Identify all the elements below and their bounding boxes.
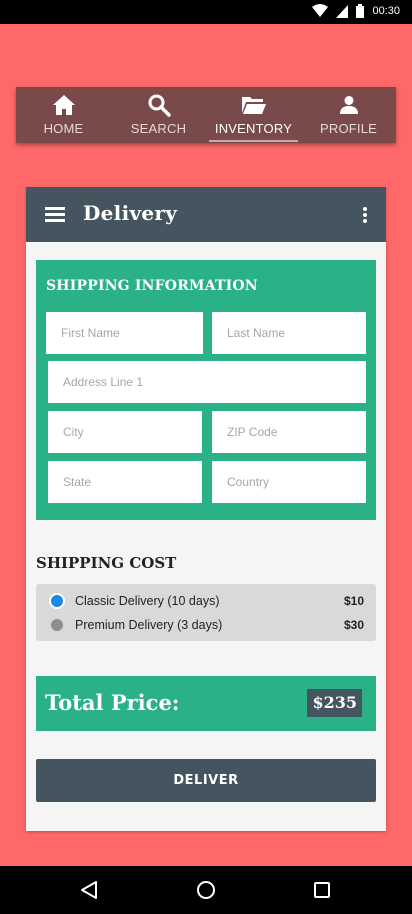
wifi-icon [312, 4, 329, 17]
nav-item-label: SEARCH [130, 121, 187, 136]
card-title: Delivery [83, 201, 178, 225]
last-name-field[interactable] [212, 312, 366, 354]
system-navigation-bar [0, 866, 412, 914]
home-button[interactable] [194, 878, 218, 902]
home-icon [52, 95, 75, 115]
person-icon [339, 96, 358, 114]
nav-item-profile[interactable]: PROFILE [301, 87, 396, 143]
country-field[interactable] [212, 461, 366, 503]
nav-item-label: PROFILE [319, 121, 378, 136]
status-bar: 00:30 [0, 0, 412, 24]
shipping-option-price: $30 [343, 618, 364, 632]
shipping-option-price: $10 [343, 594, 364, 608]
radio-unselected-icon[interactable] [51, 619, 63, 631]
delivery-card: Delivery SHIPPING INFORMATION SHIPPING C… [26, 187, 386, 831]
status-time: 00:30 [372, 5, 400, 17]
address-line-1-field[interactable] [48, 361, 366, 403]
shipping-option-label: Classic Delivery (10 days) [75, 594, 220, 608]
shipping-option-premium[interactable]: Premium Delivery (3 days) $30 [36, 613, 376, 637]
total-price-value: $235 [307, 689, 362, 717]
more-vert-icon[interactable] [363, 207, 367, 223]
folder-open-icon [241, 97, 266, 114]
nav-item-search[interactable]: SEARCH [111, 87, 206, 143]
shipping-information-section: SHIPPING INFORMATION [36, 260, 376, 520]
shipping-information-title: SHIPPING INFORMATION [46, 278, 258, 294]
nav-item-home[interactable]: HOME [16, 87, 111, 143]
back-triangle-icon [81, 881, 97, 899]
shipping-cost-options: Classic Delivery (10 days) $10 Premium D… [36, 584, 376, 641]
shipping-option-label: Premium Delivery (3 days) [75, 618, 223, 632]
battery-icon [356, 4, 365, 18]
radio-selected-icon[interactable] [51, 595, 63, 607]
deliver-button[interactable]: DELIVER [36, 759, 376, 802]
signal-icon [336, 4, 349, 18]
hamburger-menu-icon[interactable] [45, 207, 65, 222]
total-price-label: Total Price: [45, 690, 180, 715]
first-name-field[interactable] [46, 312, 203, 354]
status-icons: 00:30 [312, 4, 400, 18]
zip-code-field[interactable] [212, 411, 366, 453]
state-field[interactable] [48, 461, 202, 503]
recents-button[interactable] [310, 878, 334, 902]
top-navigation: HOME SEARCH INVENTORY PROFILE [16, 87, 396, 143]
recents-square-icon [314, 882, 330, 898]
city-field[interactable] [48, 411, 202, 453]
search-icon [148, 94, 171, 117]
total-price-box: Total Price: $235 [36, 676, 376, 731]
back-button[interactable] [77, 878, 101, 902]
nav-item-label: HOME [43, 121, 84, 136]
nav-item-label: INVENTORY [214, 121, 293, 136]
home-circle-icon [197, 881, 215, 899]
shipping-cost-title: SHIPPING COST [36, 554, 177, 572]
shipping-option-classic[interactable]: Classic Delivery (10 days) $10 [36, 589, 376, 613]
nav-item-inventory[interactable]: INVENTORY [206, 87, 301, 143]
card-header: Delivery [26, 187, 386, 242]
